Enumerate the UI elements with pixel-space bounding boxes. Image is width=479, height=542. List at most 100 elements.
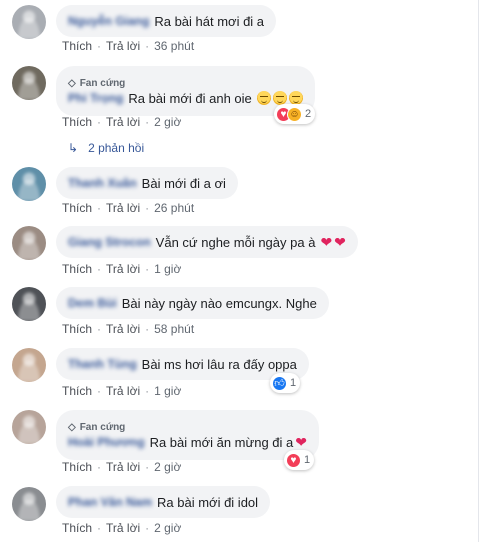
comment-author[interactable]: Thanh Xuân [68, 176, 137, 190]
badge-label: Fan cứng [79, 78, 126, 89]
comment-time[interactable]: 1 giờ [154, 262, 181, 276]
comment-time[interactable]: 2 giờ [154, 115, 181, 129]
avatar[interactable] [12, 348, 46, 382]
reply-arrow-icon: ↳ [68, 141, 79, 155]
like-button[interactable]: Thích [62, 115, 92, 129]
comment-text: Vẫn cứ nghe mỗi ngày pa à [155, 234, 316, 250]
comment-text: Ra bài hát mơi đi a [154, 13, 265, 29]
replies-label[interactable]: 2 phản hồi [88, 141, 144, 155]
comment-bubble: ◇ Fan cứng Hoài Phương Ra bài mới ăn mừn… [56, 410, 319, 460]
pensive-face-icon [288, 91, 303, 105]
comment-actions: Thích · Trả lời · 1 giờ [62, 262, 181, 276]
reply-button[interactable]: Trả lời [106, 39, 140, 53]
separator-dot: · [97, 521, 102, 535]
avatar[interactable] [12, 226, 46, 260]
reply-button[interactable]: Trả lời [106, 201, 140, 215]
comment-time[interactable]: 36 phút [154, 39, 194, 53]
reply-button[interactable]: Trả lời [106, 521, 140, 535]
reaction-count: 1 [290, 377, 297, 389]
separator-dot: · [145, 322, 150, 336]
comment-author[interactable]: Nguyễn Giang [68, 14, 149, 28]
comment-bubble: Thanh Xuân Bài mới đi a ơi [56, 167, 238, 199]
avatar[interactable] [12, 487, 46, 521]
like-button[interactable]: Thích [62, 384, 92, 398]
comment-author[interactable]: Hoài Phương [68, 435, 145, 449]
comment-text: Bài mới đi a ơi [141, 175, 226, 191]
comment-actions: Thích · Trả lời · 58 phút [62, 322, 194, 336]
reaction-summary[interactable]: ♥ 1 [284, 450, 315, 470]
diamond-icon: ◇ [68, 78, 76, 89]
badge-label: Fan cứng [79, 422, 126, 433]
view-replies-link[interactable]: ↳ 2 phản hồi [68, 141, 144, 155]
separator-dot: · [97, 460, 102, 474]
separator-dot: · [97, 39, 102, 53]
comment-bubble: Nguyễn Giang Ra bài hát mơi đi a [56, 5, 277, 37]
separator-dot: · [145, 262, 150, 276]
comment-time[interactable]: 2 giờ [154, 521, 181, 535]
reaction-summary[interactable]: ♥ ☺ 2 [274, 104, 316, 124]
love-reaction-icon: ♥ [286, 452, 301, 468]
pensive-face-icon [272, 91, 287, 105]
reply-button[interactable]: Trả lời [106, 115, 140, 129]
comment-time[interactable]: 2 giờ [154, 460, 181, 474]
separator-dot: · [97, 384, 102, 398]
separator-dot: · [145, 384, 150, 398]
top-fan-badge: ◇ Fan cứng [68, 421, 125, 435]
separator-dot: · [145, 115, 150, 129]
red-heart-icon: ❤ [334, 234, 346, 250]
comment-actions: Thích · Trả lời · 1 giờ [62, 384, 181, 398]
reply-button[interactable]: Trả lời [106, 384, 140, 398]
reply-button[interactable]: Trả lời [106, 262, 140, 276]
avatar[interactable] [12, 167, 46, 201]
avatar[interactable] [12, 287, 46, 321]
comment-time[interactable]: 58 phút [154, 322, 194, 336]
separator-dot: · [145, 39, 150, 53]
comment-author[interactable]: Thanh Tùng [68, 357, 137, 371]
comment-text: Bài này ngày nào emcungx. Nghe [121, 295, 317, 311]
comment-author[interactable]: Phi Trọng [68, 91, 123, 105]
separator-dot: · [97, 262, 102, 276]
reply-button[interactable]: Trả lời [106, 322, 140, 336]
like-button[interactable]: Thích [62, 460, 92, 474]
like-button[interactable]: Thích [62, 262, 92, 276]
comment-author[interactable]: Phan Văn Nam [68, 495, 152, 509]
reaction-count: 2 [305, 108, 312, 120]
comment-author[interactable]: Dem Bùi [68, 296, 117, 310]
comment-time[interactable]: 1 giờ [154, 384, 181, 398]
diamond-icon: ◇ [68, 422, 76, 433]
separator-dot: · [145, 521, 150, 535]
avatar[interactable] [12, 5, 46, 39]
separator-dot: · [97, 201, 102, 215]
comment-bubble: Dem Bùi Bài này ngày nào emcungx. Nghe [56, 287, 329, 319]
comment-bubble: Phan Văn Nam Ra bài mới đi idol [56, 486, 271, 518]
like-button[interactable]: Thích [62, 39, 92, 53]
haha-reaction-icon: ☺ [287, 106, 302, 122]
comment-author[interactable]: Giang Strocon [68, 235, 151, 249]
comment-text: Ra bài mới đi idol [157, 494, 259, 510]
like-button[interactable]: Thích [62, 521, 92, 535]
red-heart-icon: ❤ [295, 434, 307, 450]
pensive-face-icon [256, 91, 271, 105]
comment-text: Bài ms hơi lâu ra đấy oppa [141, 356, 297, 372]
comment-actions: Thích · Trả lời · 2 giờ [62, 521, 181, 535]
comment-bubble: Thanh Tùng Bài ms hơi lâu ra đấy oppa [56, 348, 309, 380]
comment-actions: Thích · Trả lời · 2 giờ [62, 115, 181, 129]
separator-dot: · [145, 201, 150, 215]
comment-time[interactable]: 26 phút [154, 201, 194, 215]
comment-actions: Thích · Trả lời · 2 giờ [62, 460, 181, 474]
comment-text: Ra bài mới đi anh oie [128, 90, 252, 106]
comment-bubble: Giang Strocon Vẫn cứ nghe mỗi ngày pa à … [56, 226, 358, 258]
reaction-summary[interactable]: 👍︎ 1 [270, 373, 301, 393]
like-reaction-icon: 👍︎ [272, 375, 287, 391]
avatar[interactable] [12, 66, 46, 100]
separator-dot: · [145, 460, 150, 474]
avatar[interactable] [12, 410, 46, 444]
comment-section: Nguyễn Giang Ra bài hát mơi đi a Thích ·… [0, 0, 479, 542]
like-button[interactable]: Thích [62, 201, 92, 215]
like-button[interactable]: Thích [62, 322, 92, 336]
separator-dot: · [97, 322, 102, 336]
red-heart-icon: ❤ [320, 234, 333, 250]
comment-actions: Thích · Trả lời · 36 phút [62, 39, 194, 53]
reply-button[interactable]: Trả lời [106, 460, 140, 474]
comment-actions: Thích · Trả lời · 26 phút [62, 201, 194, 215]
